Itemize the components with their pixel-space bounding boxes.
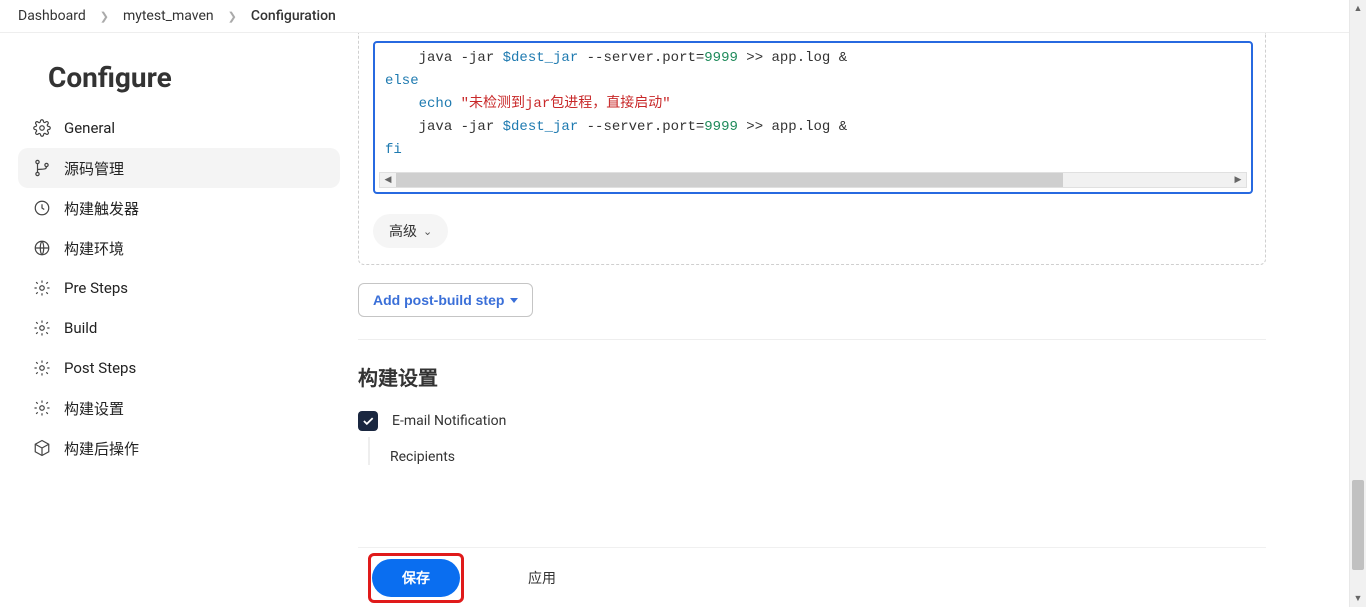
crumb-current: Configuration	[251, 8, 336, 24]
cube-icon	[32, 438, 52, 458]
add-post-build-step-button[interactable]: Add post-build step	[358, 283, 533, 317]
breadcrumb: Dashboard ❯ mytest_maven ❯ Configuration	[0, 0, 1366, 33]
sidebar-item-label: 构建后操作	[64, 438, 139, 459]
sidebar-item-label: Pre Steps	[64, 279, 128, 297]
gear-icon	[32, 118, 52, 138]
gear-icon	[32, 398, 52, 418]
page-scrollbar[interactable]: ▲ ▼	[1349, 0, 1366, 607]
scroll-left-icon[interactable]: ◀	[380, 173, 396, 187]
sidebar-item-env[interactable]: 构建环境	[18, 228, 340, 268]
gear-icon	[32, 358, 52, 378]
sidebar-item-label: 构建设置	[64, 398, 124, 419]
sidebar-item-label: 构建触发器	[64, 198, 139, 219]
sidebar-item-scm[interactable]: 源码管理	[18, 148, 340, 188]
bottom-action-bar: 保存 应用	[358, 547, 1266, 607]
advanced-label: 高级	[389, 221, 417, 241]
crumb-dashboard[interactable]: Dashboard	[18, 8, 86, 24]
scroll-down-icon[interactable]: ▼	[1350, 590, 1366, 607]
code-area[interactable]: java -jar $dest_jar --server.port=9999 >…	[375, 43, 1251, 172]
page-title: Configure	[18, 41, 340, 102]
build-settings-title: 构建设置	[358, 362, 1266, 391]
horizontal-scrollbar[interactable]: ◀ ▶	[379, 172, 1247, 188]
chevron-down-icon: ⌄	[423, 225, 432, 238]
advanced-button[interactable]: 高级 ⌄	[373, 214, 448, 248]
save-button[interactable]: 保存	[372, 559, 460, 597]
sidebar-item-presteps[interactable]: Pre Steps	[18, 268, 340, 308]
sidebar-item-general[interactable]: General	[18, 108, 340, 148]
email-notification-checkbox[interactable]	[358, 411, 378, 431]
scroll-up-icon[interactable]: ▲	[1350, 0, 1366, 17]
sidebar-item-label: 源码管理	[64, 158, 124, 179]
shell-command-editor[interactable]: java -jar $dest_jar --server.port=9999 >…	[373, 41, 1253, 194]
apply-button[interactable]: 应用	[508, 559, 576, 597]
sidebar-item-buildsettings[interactable]: 构建设置	[18, 388, 340, 428]
sidebar-item-label: Build	[64, 319, 97, 337]
email-notification-sub: Recipients	[368, 437, 1266, 465]
sidebar-item-triggers[interactable]: 构建触发器	[18, 188, 340, 228]
email-notification-row: E-mail Notification	[358, 411, 1266, 431]
page-scrollbar-thumb[interactable]	[1352, 480, 1364, 570]
recipients-label: Recipients	[390, 449, 1266, 465]
chevron-right-icon: ❯	[228, 10, 237, 23]
clock-icon	[32, 198, 52, 218]
sidebar-item-poststeps[interactable]: Post Steps	[18, 348, 340, 388]
gear-icon	[32, 318, 52, 338]
main-content: java -jar $dest_jar --server.port=9999 >…	[358, 33, 1366, 593]
branch-icon	[32, 158, 52, 178]
gear-icon	[32, 278, 52, 298]
globe-icon	[32, 238, 52, 258]
sidebar-item-postbuild[interactable]: 构建后操作	[18, 428, 340, 468]
scroll-right-icon[interactable]: ▶	[1230, 173, 1246, 187]
divider	[358, 339, 1266, 340]
sidebar-item-label: General	[64, 119, 115, 137]
chevron-right-icon: ❯	[100, 10, 109, 23]
sidebar: Configure General 源码管理 构建触发器	[0, 33, 358, 593]
caret-down-icon	[510, 298, 518, 303]
build-step-container: java -jar $dest_jar --server.port=9999 >…	[358, 33, 1266, 265]
crumb-jobname[interactable]: mytest_maven	[123, 8, 214, 24]
sidebar-item-label: Post Steps	[64, 359, 136, 377]
scrollbar-thumb[interactable]	[396, 173, 1063, 187]
sidebar-item-label: 构建环境	[64, 238, 124, 259]
sidebar-item-build[interactable]: Build	[18, 308, 340, 348]
add-post-build-label: Add post-build step	[373, 292, 504, 308]
email-notification-label: E-mail Notification	[392, 413, 506, 429]
